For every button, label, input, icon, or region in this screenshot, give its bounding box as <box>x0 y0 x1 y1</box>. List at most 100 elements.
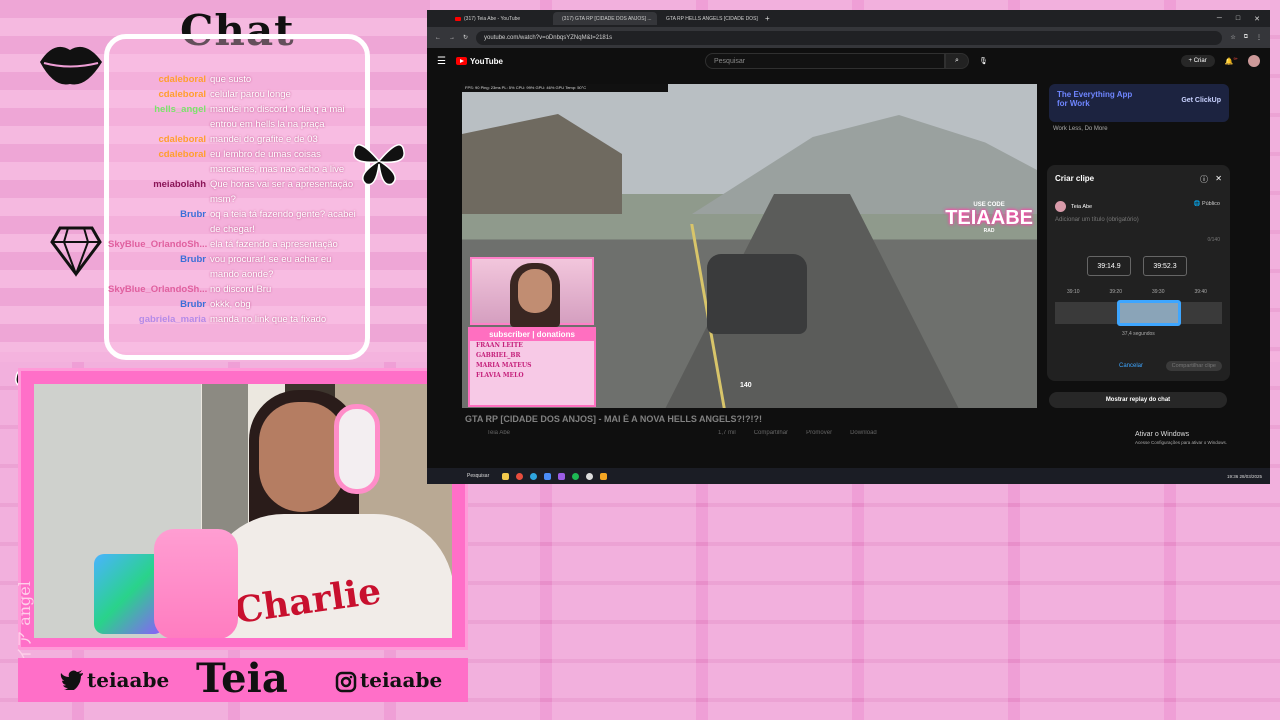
chat-username[interactable]: cdaleboral <box>108 87 210 102</box>
subs-header: subscriber | donations <box>470 329 594 341</box>
obs-icon[interactable] <box>586 472 593 480</box>
twitter-handle: teiaabe <box>87 668 170 692</box>
twitter-icon <box>60 670 83 690</box>
chat-text: eu lembro de umas coisas <box>210 149 321 160</box>
address-bar-row: ← → ↻ youtube.com/watch?v=oDnbqsYZNqM&t=… <box>427 27 1270 48</box>
mic-icon[interactable]: 🎙 <box>979 57 988 65</box>
reload-icon[interactable]: ↻ <box>463 34 468 41</box>
chat-username[interactable]: SkyBlue_OrlandoSh... <box>108 237 210 252</box>
chat-message: meiabolahh Que horas vai ser a apresentaç… <box>108 177 370 192</box>
chat-username[interactable]: SkyBlue_OrlandoSh... <box>108 282 210 297</box>
chat-text: Que horas vai ser a apresentação <box>210 179 354 190</box>
hamburger-icon[interactable]: ☰ <box>437 56 446 67</box>
clip-start-time[interactable]: 39:14.9 <box>1087 256 1131 276</box>
avatar[interactable] <box>1248 55 1260 67</box>
overlay-webcam <box>470 257 594 327</box>
chrome-icon[interactable] <box>516 472 523 480</box>
chat-username[interactable]: hells_angel <box>108 102 210 117</box>
notif-badge: 9+ <box>1233 56 1238 62</box>
create-button[interactable]: + Criar <box>1180 55 1215 67</box>
tab-bar: (317) Teia Abe - YouTube (317) GTA RP [C… <box>427 10 1270 27</box>
chat-username[interactable] <box>108 267 210 282</box>
chat-username[interactable]: cdaleboral <box>108 147 210 162</box>
file-explorer-icon[interactable] <box>502 472 509 480</box>
show-chat-replay-button[interactable]: Mostrar replay do chat <box>1049 392 1227 408</box>
streamer-face <box>259 402 345 512</box>
download-button[interactable]: Download <box>850 430 877 436</box>
minimize-button[interactable]: ─ <box>1217 15 1222 23</box>
spotify-icon[interactable] <box>572 472 579 480</box>
forward-icon[interactable]: → <box>449 35 455 41</box>
scene-barn <box>462 114 622 214</box>
chat-username[interactable]: meiabolahh <box>108 177 210 192</box>
channel-name[interactable]: Teia Abe <box>487 430 510 436</box>
search-input[interactable]: Pesquisar <box>705 53 945 69</box>
close-button[interactable]: ✕ <box>1254 15 1260 23</box>
logo-text: YouTube <box>469 56 503 66</box>
browser-window: (317) Teia Abe - YouTube (317) GTA RP [C… <box>427 10 1270 484</box>
app-icon[interactable] <box>558 472 565 480</box>
ad-banner[interactable]: The Everything App for Work Get ClickUp <box>1049 84 1229 122</box>
chat-text: mandei no discord o dia q a mai <box>210 104 345 115</box>
new-tab-button[interactable]: + <box>761 14 770 23</box>
close-icon[interactable]: ✕ <box>1215 174 1222 183</box>
chat-username[interactable] <box>108 162 210 177</box>
chat-text: marcantes, mas nao acho a live <box>210 164 345 175</box>
extensions-icon[interactable]: ⧉ <box>1244 34 1248 41</box>
chat-message: Brubr okkk, obg <box>108 297 370 312</box>
promote-button[interactable]: Promover <box>806 430 832 436</box>
performance-hud: FPS: 90 Ping: 23ms PL: 5% CPU: 99% GPU: … <box>462 84 668 92</box>
create-label: Criar <box>1193 58 1207 64</box>
clip-end-time[interactable]: 39:52.3 <box>1143 256 1187 276</box>
tick-label: 39:30 <box>1151 289 1165 295</box>
chat-text: celular parou longe <box>210 89 291 100</box>
chat-text: vou procurar! se eu achar eu <box>210 254 332 265</box>
youtube-logo[interactable]: YouTube <box>455 56 503 66</box>
timeline-ticks: 39:10 39:20 39:30 39:40 <box>1067 289 1207 295</box>
taskbar-search[interactable]: Pesquisar <box>467 473 495 479</box>
youtube-header: ☰ YouTube Pesquisar ⌕ 🎙 + Criar 🔔9+ <box>427 48 1270 74</box>
chat-text: oq a teia tá fazendo gente? acabei <box>210 209 356 220</box>
search-button[interactable]: ⌕ <box>945 53 969 69</box>
info-icon[interactable]: ⓘ <box>1200 174 1208 185</box>
share-clip-button[interactable]: Compartilhar clipe <box>1165 361 1222 371</box>
edge-icon[interactable] <box>530 472 537 480</box>
notifications-icon[interactable]: 🔔9+ <box>1225 56 1238 65</box>
chat-username[interactable] <box>108 192 210 207</box>
maximize-button[interactable]: □ <box>1236 15 1240 23</box>
clock-date: 28/03/2025 <box>1239 473 1262 479</box>
chat-username[interactable]: Brubr <box>108 252 210 267</box>
chat-username[interactable]: gabriela_maria <box>108 312 210 327</box>
app-icon[interactable] <box>600 472 607 480</box>
chat-message: entrou em hells la na praça <box>108 117 370 132</box>
clip-channel: Teia Abe <box>1055 201 1092 212</box>
visibility-selector[interactable]: 🌐 Público <box>1194 201 1220 207</box>
tick-label: 39:20 <box>1109 289 1122 295</box>
chat-username[interactable]: cdaleboral <box>108 72 210 87</box>
chat-username[interactable]: cdaleboral <box>108 132 210 147</box>
store-icon[interactable] <box>544 472 551 480</box>
chat-username[interactable]: Brubr <box>108 297 210 312</box>
chat-username[interactable] <box>108 222 210 237</box>
bookmark-icon[interactable]: ☆ <box>1230 34 1235 41</box>
scene-car <box>707 254 807 334</box>
clip-title-input[interactable]: Adicionar um título (obrigatório) <box>1055 217 1139 223</box>
tab-3[interactable]: GTA RP HELLS ANGELS [CIDADE DOS] <box>657 12 761 25</box>
back-icon[interactable]: ← <box>435 35 441 41</box>
chat-text: entrou em hells la na praça <box>210 119 325 130</box>
ad-cta[interactable]: Get ClickUp <box>1181 96 1221 105</box>
chat-username[interactable] <box>108 117 210 132</box>
tab-label: (317) Teia Abe - YouTube <box>464 15 521 22</box>
chat-username[interactable]: Brubr <box>108 207 210 222</box>
cancel-button[interactable]: Cancelar <box>1119 363 1143 369</box>
chat-message: cdaleboral mandei do grafite e de 03 <box>108 132 370 147</box>
share-button[interactable]: Compartilhar <box>754 430 788 436</box>
tab-2[interactable]: (317) GTA RP [CIDADE DOS ANJOS] ... <box>553 12 657 25</box>
menu-icon[interactable]: ⋮ <box>1256 34 1262 41</box>
tick-label: 39:10 <box>1067 289 1080 295</box>
tab-1[interactable]: (317) Teia Abe - YouTube <box>449 12 553 25</box>
like-button[interactable]: 1,7 mil <box>718 430 736 436</box>
ad-subtitle: Work Less, Do More <box>1053 126 1108 132</box>
clip-selection-handle[interactable] <box>1117 300 1181 326</box>
url-field[interactable]: youtube.com/watch?v=oDnbqsYZNqM&t=2181s <box>476 30 1223 45</box>
